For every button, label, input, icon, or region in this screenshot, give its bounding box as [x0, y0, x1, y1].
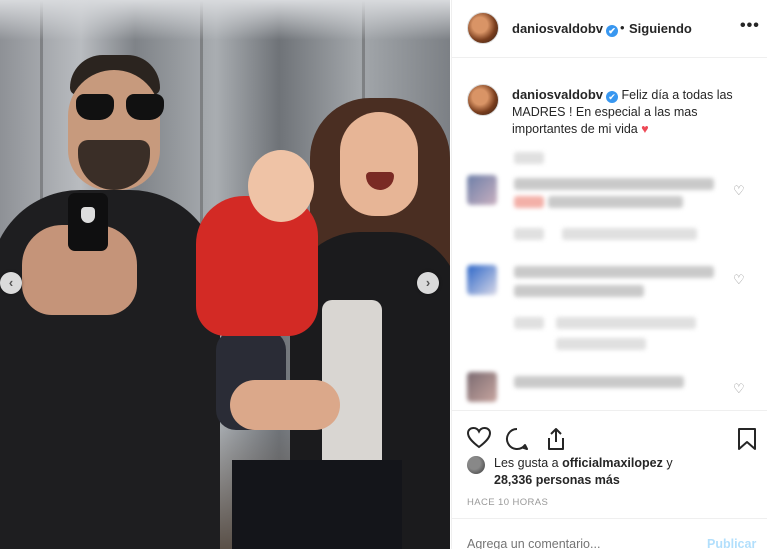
- blurred-comment-avatar[interactable]: [467, 175, 497, 205]
- heart-emoji-icon: ♥: [641, 122, 649, 136]
- comment-input[interactable]: [467, 537, 667, 549]
- blurred-comment-avatar[interactable]: [467, 372, 497, 402]
- elevator-ceiling: [0, 0, 450, 40]
- blurred-comment-meta: [556, 317, 696, 329]
- next-photo-button[interactable]: ›: [417, 272, 439, 294]
- blurred-comment-meta: [514, 152, 544, 164]
- blurred-comment-text: [514, 376, 684, 388]
- blurred-comment-meta: [514, 228, 544, 240]
- likes-prefix: Les gusta a: [494, 456, 559, 470]
- author-username[interactable]: daniosvaldobv ✔: [512, 21, 619, 37]
- woman-arm: [230, 380, 340, 430]
- sunglasses: [76, 94, 164, 120]
- likes-conjunction: y: [666, 456, 673, 470]
- like-icon[interactable]: [466, 426, 492, 453]
- more-options-icon[interactable]: •••: [740, 17, 760, 35]
- previous-photo-button[interactable]: ‹: [0, 272, 22, 294]
- verified-badge-icon: ✔: [606, 25, 619, 37]
- blurred-comment-text: [514, 178, 714, 190]
- post-header: daniosvaldobv ✔ • Siguiendo •••: [452, 0, 767, 58]
- comment-like-icon[interactable]: ♡: [733, 272, 745, 288]
- baby-figure: [196, 196, 318, 336]
- verified-badge-icon: ✔: [606, 91, 619, 103]
- caption-text: daniosvaldobv ✔ Feliz día a todas las MAD…: [512, 86, 752, 138]
- following-button[interactable]: Siguiendo: [629, 21, 692, 36]
- author-username-text[interactable]: daniosvaldobv: [512, 21, 603, 36]
- liker-avatar[interactable]: [467, 456, 485, 474]
- woman-jeans: [232, 460, 402, 549]
- publish-button[interactable]: Publicar: [707, 537, 756, 549]
- blurred-comment-text: [514, 196, 544, 208]
- author-avatar[interactable]: [467, 12, 499, 44]
- post-timestamp[interactable]: HACE 10 HORAS: [467, 497, 548, 508]
- blurred-comment-meta: [562, 228, 697, 240]
- comment-like-icon[interactable]: ♡: [733, 381, 745, 397]
- caption-username[interactable]: daniosvaldobv: [512, 87, 603, 102]
- comment-box: Publicar: [452, 518, 767, 549]
- blurred-comment-meta: [514, 317, 544, 329]
- liker-username[interactable]: officialmaxilopez: [562, 456, 663, 470]
- baby-head: [248, 150, 314, 222]
- separator-dot: •: [620, 20, 625, 35]
- bookmark-icon[interactable]: [737, 427, 757, 455]
- likes-count[interactable]: 28,336 personas más: [494, 473, 620, 487]
- phone: [68, 193, 108, 251]
- comment-icon[interactable]: [505, 427, 529, 455]
- blurred-comment-text: [514, 266, 714, 278]
- share-icon[interactable]: [544, 427, 568, 455]
- post-photo[interactable]: ‹ ›: [0, 0, 450, 549]
- blurred-comment-text: [548, 196, 683, 208]
- blurred-comment-avatar[interactable]: [467, 265, 497, 295]
- woman-face: [340, 112, 418, 216]
- blurred-comment-meta: [556, 338, 646, 350]
- post-sidebar: daniosvaldobv ✔ • Siguiendo ••• daniosval…: [451, 0, 767, 549]
- blurred-comment-text: [514, 285, 644, 297]
- likes-summary: Les gusta a officialmaxilopez y 28,336 p…: [467, 455, 757, 489]
- caption-avatar[interactable]: [467, 84, 499, 116]
- action-bar: [452, 410, 767, 450]
- comment-like-icon[interactable]: ♡: [733, 183, 745, 199]
